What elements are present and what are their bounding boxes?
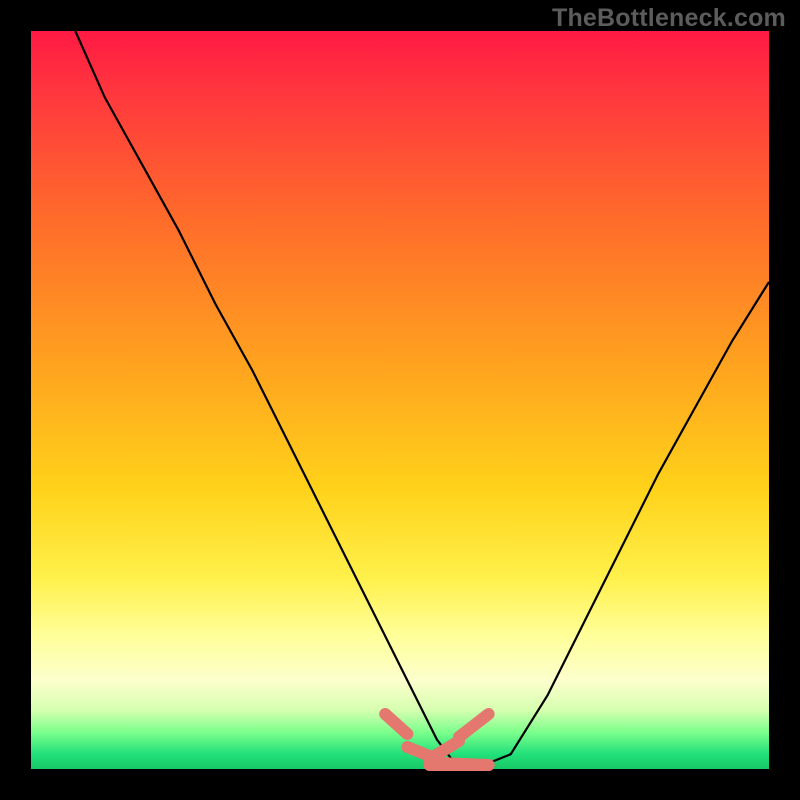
plot-area <box>31 31 769 769</box>
highlight-segment <box>430 741 460 759</box>
curve-svg <box>31 31 769 769</box>
highlight-segment <box>385 714 407 734</box>
watermark-label: TheBottleneck.com <box>552 4 786 33</box>
chart-frame: TheBottleneck.com <box>0 0 800 800</box>
highlight-segment <box>459 714 489 737</box>
bottleneck-curve-path <box>75 31 769 769</box>
